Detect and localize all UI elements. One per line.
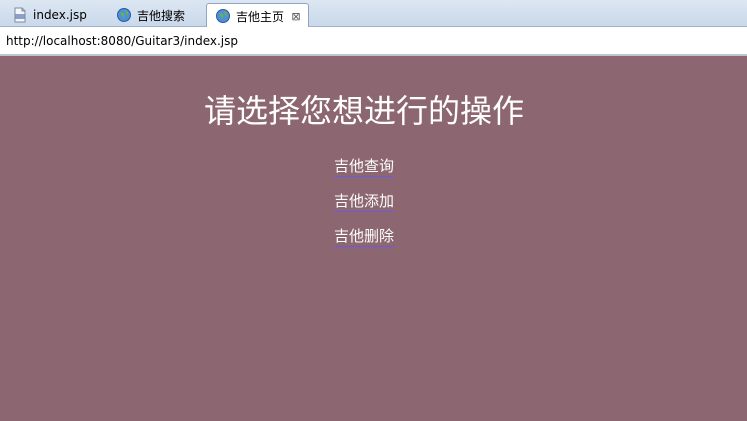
- guitar-delete-link[interactable]: 吉他删除: [333, 227, 394, 247]
- guitar-query-link[interactable]: 吉他查询: [333, 157, 394, 177]
- tab-index-jsp[interactable]: index.jsp: [4, 3, 93, 27]
- page-content: 请选择您想进行的操作 吉他查询 吉他添加 吉他删除: [0, 56, 747, 421]
- tab-guitar-search[interactable]: 吉他搜索: [108, 3, 191, 27]
- guitar-add-link[interactable]: 吉他添加: [333, 192, 394, 212]
- globe-icon: [116, 7, 132, 23]
- editor-tab-bar: index.jsp 吉他搜索 吉他主页 ⊠: [0, 0, 747, 28]
- tab-label: 吉他搜索: [137, 8, 186, 23]
- tab-guitar-home[interactable]: 吉他主页 ⊠: [206, 3, 310, 28]
- close-icon[interactable]: ⊠: [290, 10, 302, 23]
- address-bar[interactable]: http://localhost:8080/Guitar3/index.jsp: [0, 27, 747, 56]
- url-text[interactable]: http://localhost:8080/Guitar3/index.jsp: [6, 34, 238, 48]
- tab-label: 吉他主页: [236, 9, 285, 24]
- tab-label: index.jsp: [33, 8, 87, 22]
- globe-icon: [215, 8, 231, 24]
- operation-menu: 吉他查询 吉他添加 吉他删除: [0, 156, 728, 261]
- page-title: 请选择您想进行的操作: [203, 92, 524, 130]
- jsp-file-icon: [12, 7, 28, 23]
